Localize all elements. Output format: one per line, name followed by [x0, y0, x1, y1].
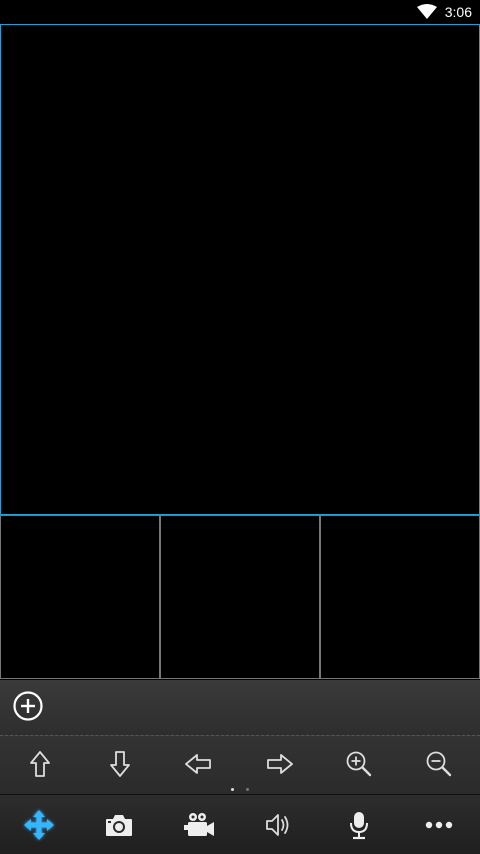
audio-button[interactable] — [262, 808, 296, 842]
video-pane-3[interactable] — [160, 515, 320, 679]
arrow-down-icon — [110, 751, 130, 777]
page-dot — [246, 788, 249, 791]
bottom-toolbar — [0, 794, 480, 854]
video-pane-4[interactable] — [320, 515, 480, 679]
add-circle-icon — [13, 691, 43, 721]
page-dot — [231, 788, 234, 791]
video-grid — [0, 24, 480, 680]
speaker-icon — [266, 814, 289, 836]
zoom-in-button[interactable] — [344, 749, 374, 779]
status-time: 3:06 — [444, 4, 472, 20]
talk-button[interactable] — [342, 808, 376, 842]
arrow-left-icon — [185, 754, 211, 774]
ptz-move-button[interactable] — [22, 808, 56, 842]
pan-down-button[interactable] — [105, 749, 135, 779]
record-button[interactable] — [182, 808, 216, 842]
pan-right-button[interactable] — [265, 749, 295, 779]
ptz-move-icon — [24, 810, 54, 840]
camera-icon — [106, 815, 132, 836]
zoom-in-icon — [346, 751, 372, 777]
microphone-icon — [350, 812, 368, 840]
pan-left-button[interactable] — [183, 749, 213, 779]
arrow-up-icon — [30, 751, 50, 777]
add-device-button[interactable] — [12, 690, 44, 722]
zoom-out-button[interactable] — [424, 749, 454, 779]
ptz-control-bar — [0, 736, 480, 794]
zoom-out-icon — [426, 751, 452, 777]
more-button[interactable] — [422, 808, 456, 842]
video-pane-main[interactable] — [0, 24, 480, 515]
arrow-right-icon — [267, 754, 293, 774]
add-device-bar — [0, 680, 480, 736]
wifi-icon — [416, 4, 437, 19]
more-icon — [425, 821, 453, 829]
video-record-icon — [184, 813, 214, 836]
page-indicator — [0, 788, 480, 791]
pan-up-button[interactable] — [25, 749, 55, 779]
snapshot-button[interactable] — [102, 808, 136, 842]
status-bar: 3:06 — [0, 0, 480, 24]
video-pane-2[interactable] — [0, 515, 160, 679]
